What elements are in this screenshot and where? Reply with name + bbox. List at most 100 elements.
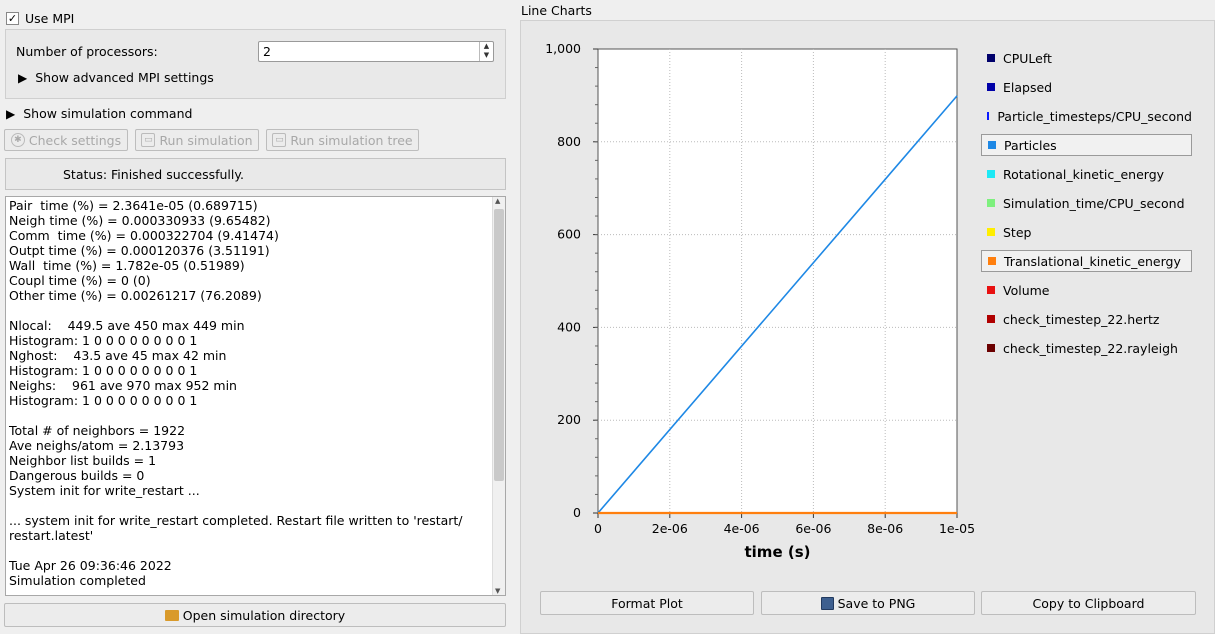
run-icon: ▭: [141, 133, 156, 147]
legend-label: Particles: [1004, 137, 1057, 153]
y-tick-label: 400: [557, 319, 581, 334]
processors-spinbox[interactable]: 2 ▲ ▼: [258, 41, 494, 62]
legend-item[interactable]: check_timestep_22.rayleigh: [981, 337, 1192, 359]
legend-label: Translational_kinetic_energy: [1004, 253, 1181, 269]
log-line: Neigh time (%) = 0.000330933 (9.65482): [9, 213, 271, 228]
x-tick-label: 1e-05: [939, 521, 975, 536]
x-tick-label: 2e-06: [652, 521, 688, 536]
legend-swatch: [988, 257, 996, 265]
legend-swatch: [987, 286, 995, 294]
y-tick-label: 0: [573, 505, 581, 520]
scrollbar-thumb[interactable]: [494, 209, 504, 481]
check-settings-button[interactable]: ✱ Check settings: [4, 129, 128, 151]
simulation-log[interactable]: Pair time (%) = 2.3641e-05 (0.689715) Nei…: [5, 196, 506, 596]
log-line: Dangerous builds = 0: [9, 468, 145, 483]
run-tree-icon: ▭: [272, 133, 287, 147]
run-simulation-tree-button[interactable]: ▭ Run simulation tree: [266, 129, 419, 151]
legend-item[interactable]: Particles: [981, 134, 1192, 156]
processors-value: 2: [263, 44, 271, 59]
legend-swatch: [987, 54, 995, 62]
legend-item[interactable]: check_timestep_22.hertz: [981, 308, 1192, 330]
scroll-down-icon[interactable]: ▼: [495, 587, 500, 595]
run-simulation-tree-label: Run simulation tree: [290, 132, 413, 148]
y-tick-label: 800: [557, 134, 581, 149]
legend-swatch: [987, 228, 995, 236]
legend-label: Step: [1003, 224, 1032, 240]
legend-item[interactable]: CPULeft: [981, 47, 1192, 69]
status-box: Status: Finished successfully.: [5, 158, 506, 190]
x-tick-label: 4e-06: [724, 521, 760, 536]
legend-item[interactable]: Rotational_kinetic_energy: [981, 163, 1192, 185]
floppy-disk-icon: [820, 596, 834, 610]
legend-swatch: [987, 112, 990, 120]
copy-clipboard-button[interactable]: Copy to Clipboard: [981, 591, 1196, 615]
legend-item[interactable]: Simulation_time/CPU_second: [981, 192, 1192, 214]
legend-label: Elapsed: [1003, 79, 1053, 95]
open-directory-label: Open simulation directory: [182, 607, 346, 623]
advanced-mpi-label: Show advanced MPI settings: [35, 70, 214, 85]
open-directory-button[interactable]: Open simulation directory: [4, 603, 506, 627]
legend-item[interactable]: Elapsed: [981, 76, 1192, 98]
panel-title: Line Charts: [521, 3, 592, 18]
chart-legend: CPULeft Elapsed Particle_timesteps/CPU_sec…: [981, 47, 1192, 366]
log-line: Nghost: 43.5 ave 45 max 42 min: [9, 348, 227, 363]
processors-label: Number of processors:: [16, 44, 158, 59]
legend-swatch: [987, 170, 995, 178]
legend-label: check_timestep_22.hertz: [1003, 311, 1160, 327]
format-plot-label: Format Plot: [611, 595, 683, 611]
spin-arrows-icon[interactable]: ▲ ▼: [479, 42, 493, 61]
log-line: Outpt time (%) = 0.000120376 (3.51191): [9, 243, 270, 258]
log-line: Ave neighs/atom = 2.13793: [9, 438, 185, 453]
log-line: Simulation completed: [9, 573, 146, 588]
log-line: System init for write_restart ...: [9, 483, 200, 498]
advanced-mpi-toggle[interactable]: ▶ Show advanced MPI settings: [18, 70, 214, 85]
run-simulation-label: Run simulation: [159, 132, 253, 148]
simulation-command-toggle[interactable]: ▶ Show simulation command: [6, 106, 192, 121]
run-simulation-button[interactable]: ▭ Run simulation: [135, 129, 259, 151]
save-png-button[interactable]: Save to PNG: [761, 591, 975, 615]
log-line: Coupl time (%) = 0 (0): [9, 273, 151, 288]
log-line: Histogram: 1 0 0 0 0 0 0 0 0 1: [9, 363, 198, 378]
use-mpi-checkbox[interactable]: ✓: [6, 12, 19, 25]
log-scrollbar[interactable]: ▲ ▼: [492, 197, 505, 595]
legend-item[interactable]: Step: [981, 221, 1192, 243]
log-line: Histogram: 1 0 0 0 0 0 0 0 0 1: [9, 333, 198, 348]
format-plot-button[interactable]: Format Plot: [540, 591, 754, 615]
expand-triangle-icon: ▶: [18, 71, 28, 85]
mpi-settings-group: [5, 29, 506, 99]
x-tick-label: 0: [594, 521, 602, 536]
copy-clipboard-label: Copy to Clipboard: [1032, 595, 1145, 611]
legend-label: check_timestep_22.rayleigh: [1003, 340, 1178, 356]
log-line: Pair time (%) = 2.3641e-05 (0.689715): [9, 198, 258, 213]
plot-area: [597, 48, 958, 514]
x-tick-label: 6e-06: [795, 521, 831, 536]
log-line: Other time (%) = 0.00261217 (76.2089): [9, 288, 262, 303]
save-png-label: Save to PNG: [837, 595, 916, 611]
legend-item[interactable]: Volume: [981, 279, 1192, 301]
x-tick-label: 8e-06: [867, 521, 903, 536]
log-line: ... system init for write_restart comple…: [9, 513, 463, 528]
legend-label: Volume: [1003, 282, 1050, 298]
folder-icon: [164, 609, 179, 621]
legend-label: Particle_timesteps/CPU_second: [997, 108, 1192, 124]
log-line: Total # of neighbors = 1922: [9, 423, 186, 438]
legend-label: Simulation_time/CPU_second: [1003, 195, 1185, 211]
log-line: Tue Apr 26 09:36:46 2022: [9, 558, 172, 573]
legend-swatch: [987, 344, 995, 352]
log-line: Neighbor list builds = 1: [9, 453, 157, 468]
legend-item[interactable]: Particle_timesteps/CPU_second: [981, 105, 1192, 127]
legend-swatch: [988, 141, 996, 149]
y-tick-label: 1,000: [545, 41, 581, 56]
scroll-up-icon[interactable]: ▲: [495, 197, 500, 205]
x-axis-label: time (s): [745, 543, 811, 561]
legend-swatch: [987, 315, 995, 323]
legend-label: CPULeft: [1003, 50, 1052, 66]
log-line: Neighs: 961 ave 970 max 952 min: [9, 378, 237, 393]
check-settings-label: Check settings: [28, 132, 122, 148]
gear-icon: ✱: [10, 133, 25, 147]
legend-item[interactable]: Translational_kinetic_energy: [981, 250, 1192, 272]
y-tick-label: 200: [557, 412, 581, 427]
log-line: restart.latest': [9, 528, 94, 543]
